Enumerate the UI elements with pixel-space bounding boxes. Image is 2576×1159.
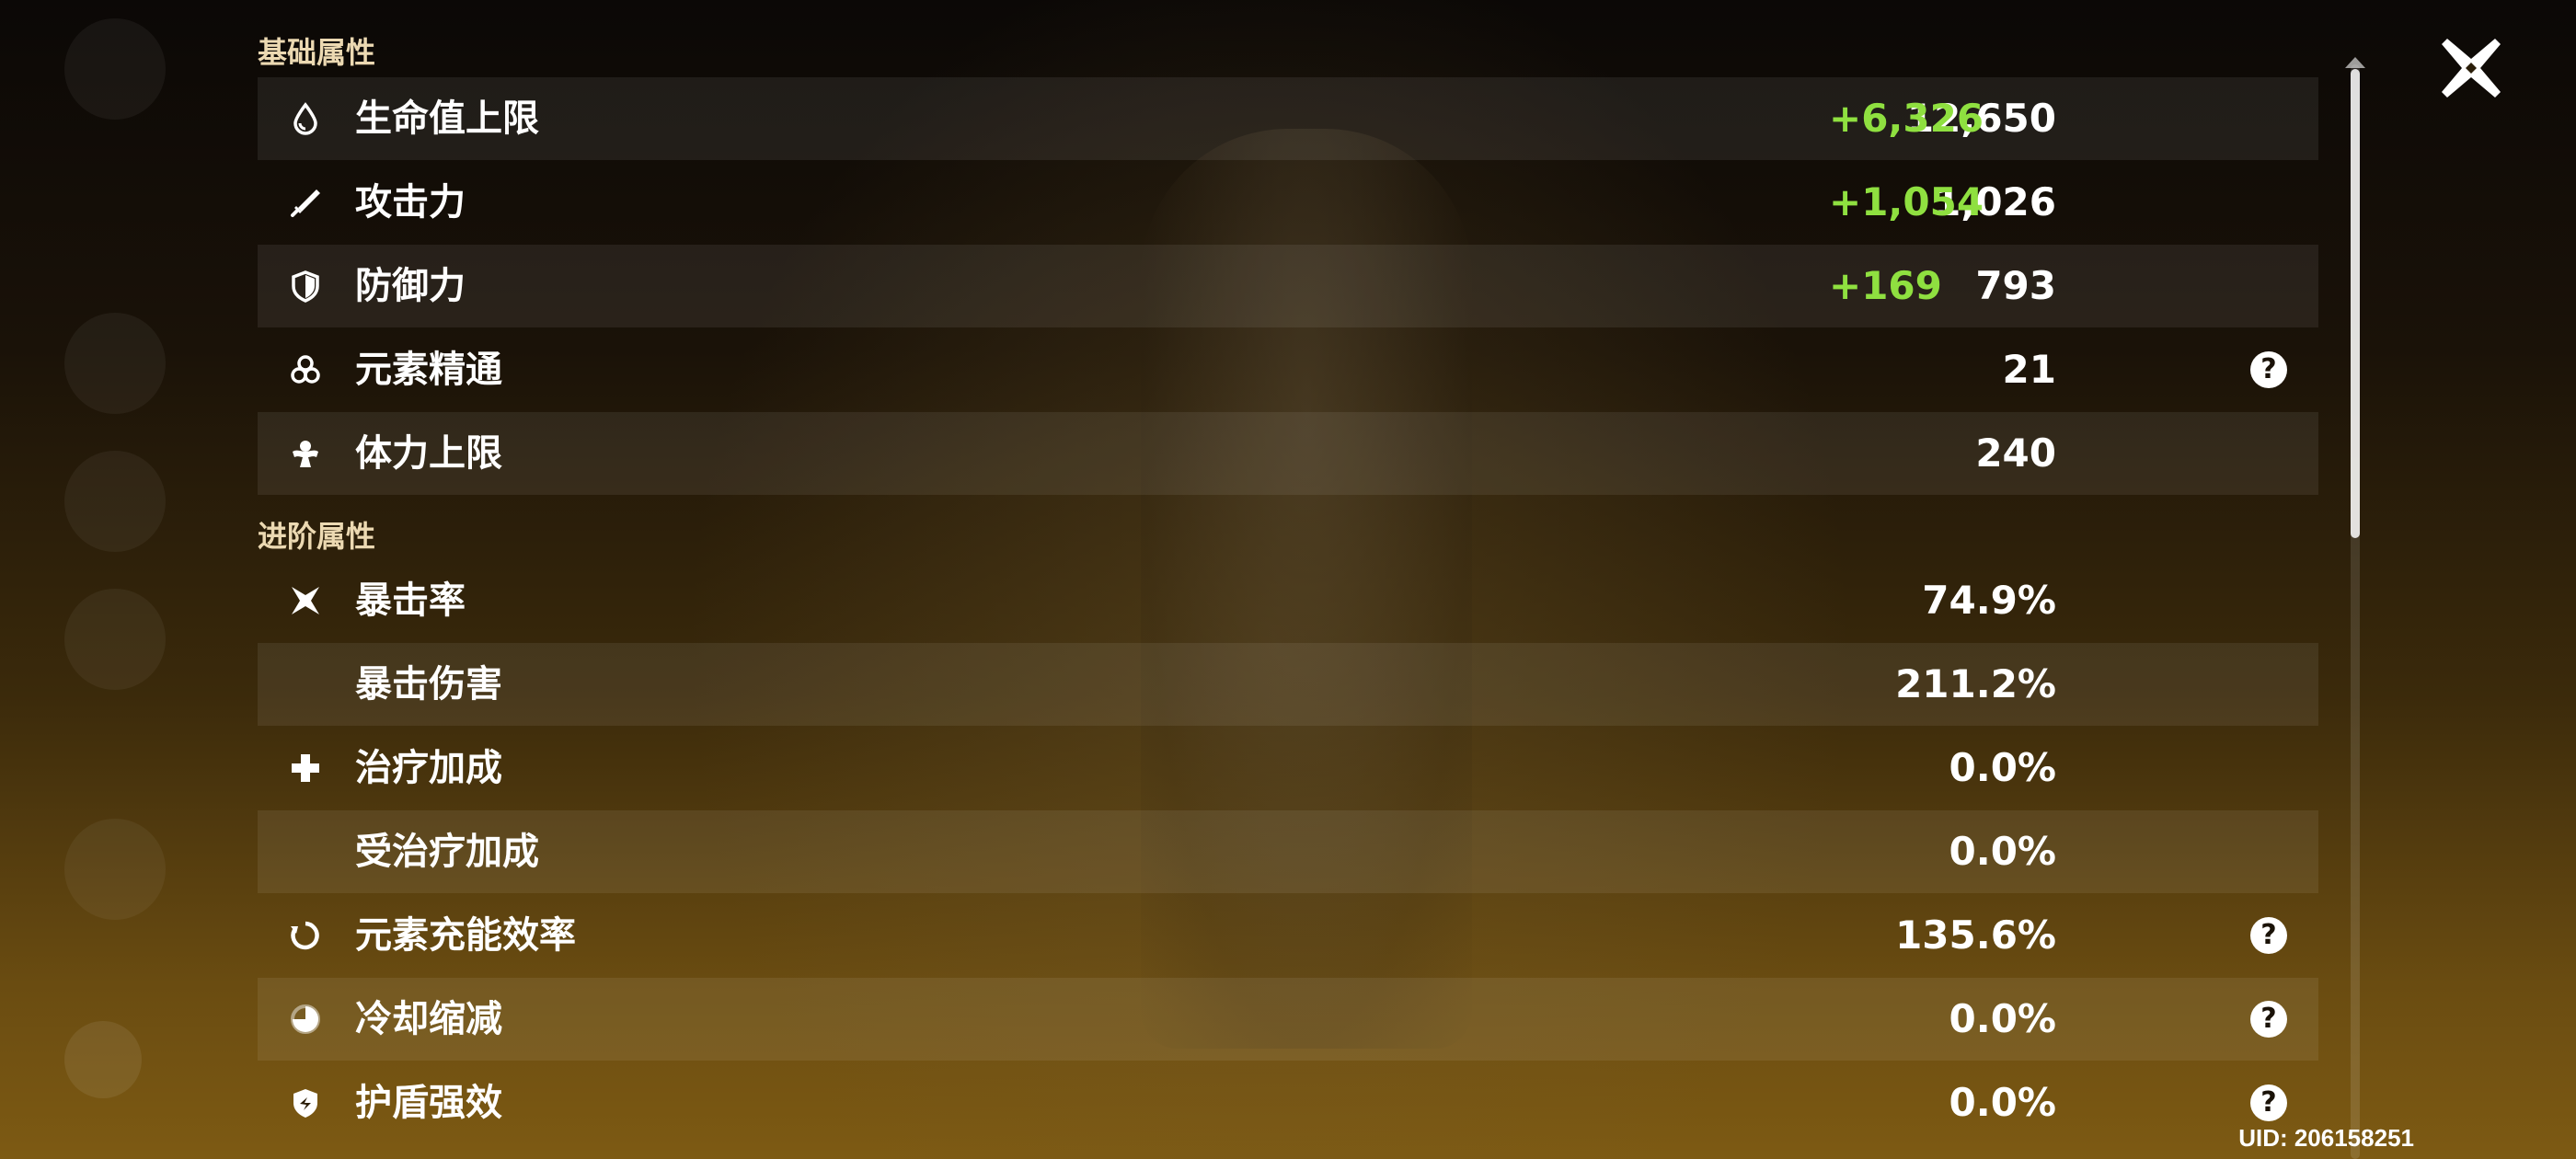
help-button[interactable]: ? bbox=[2250, 351, 2287, 388]
healing-cross-icon bbox=[289, 752, 322, 785]
stat-value: 0.0% bbox=[1949, 829, 2056, 874]
stat-label: 体力上限 bbox=[355, 432, 502, 475]
scrollbar-thumb[interactable] bbox=[2351, 69, 2360, 538]
stat-value: 240 bbox=[1975, 430, 2056, 476]
stat-row-energy-recharge: 元素充能效率 135.6% ? bbox=[258, 894, 2318, 977]
stat-value: 135.6% bbox=[1895, 912, 2056, 958]
bg-sidebar-icon bbox=[64, 589, 166, 690]
stat-label: 暴击伤害 bbox=[355, 663, 502, 706]
stat-value: 211.2% bbox=[1895, 661, 2056, 706]
stat-bonus: +169 bbox=[1829, 263, 1942, 308]
cooldown-icon bbox=[289, 1003, 322, 1036]
stat-bonus: +1,054 bbox=[1829, 179, 1984, 224]
bg-grid-menu-button bbox=[64, 1021, 142, 1098]
stat-row-stamina: 体力上限 240 bbox=[258, 412, 2318, 495]
crit-rate-icon bbox=[289, 584, 322, 617]
stat-row-attack: 攻击力 1,026 +1,054 bbox=[258, 161, 2318, 244]
stat-label: 元素充能效率 bbox=[355, 914, 576, 957]
stat-label: 受治疗加成 bbox=[355, 831, 539, 873]
stat-value: 21 bbox=[2002, 347, 2056, 392]
defense-shield-icon bbox=[289, 270, 322, 303]
stat-row-incoming-healing: 受治疗加成 0.0% bbox=[258, 810, 2318, 893]
stat-row-crit-damage: 暴击伤害 211.2% bbox=[258, 643, 2318, 726]
hp-drop-icon bbox=[289, 102, 322, 135]
stat-value: 0.0% bbox=[1949, 745, 2056, 790]
section-header-advanced: 进阶属性 bbox=[258, 519, 376, 554]
help-button[interactable]: ? bbox=[2250, 1084, 2287, 1121]
stat-bonus: +6,326 bbox=[1829, 96, 1984, 141]
stat-row-defense: 防御力 793 +169 bbox=[258, 245, 2318, 327]
shield-strength-icon bbox=[289, 1086, 322, 1119]
stat-row-healing-bonus: 治疗加成 0.0% bbox=[258, 727, 2318, 809]
attack-sword-icon bbox=[289, 186, 322, 219]
close-icon bbox=[2442, 39, 2501, 98]
stat-row-crit-rate: 暴击率 74.9% bbox=[258, 559, 2318, 642]
stat-label: 防御力 bbox=[355, 265, 466, 307]
stat-value: 0.0% bbox=[1949, 1080, 2056, 1125]
stat-row-hp: 生命值上限 12,650 +6,326 bbox=[258, 77, 2318, 160]
elemental-mastery-icon bbox=[289, 353, 322, 386]
section-header-basic: 基础属性 bbox=[258, 35, 376, 70]
stamina-icon bbox=[289, 437, 322, 470]
stat-label: 攻击力 bbox=[355, 181, 466, 224]
stat-label: 冷却缩减 bbox=[355, 998, 502, 1040]
help-button[interactable]: ? bbox=[2250, 1001, 2287, 1038]
stat-row-elemental-mastery: 元素精通 21 ? bbox=[258, 328, 2318, 411]
stat-value: 0.0% bbox=[1949, 996, 2056, 1041]
stat-label: 治疗加成 bbox=[355, 747, 502, 789]
bg-sidebar-icon bbox=[64, 819, 166, 920]
bg-sidebar-icon bbox=[64, 451, 166, 552]
energy-recharge-icon bbox=[289, 919, 322, 952]
bg-sidebar-icon bbox=[64, 313, 166, 414]
bg-sidebar-icon bbox=[64, 18, 166, 120]
stat-row-shield-strength: 护盾强效 0.0% ? bbox=[258, 1061, 2318, 1144]
close-button[interactable] bbox=[2438, 35, 2504, 101]
uid-label: UID: 206158251 bbox=[2238, 1124, 2414, 1152]
stat-label: 生命值上限 bbox=[355, 98, 539, 140]
stat-label: 暴击率 bbox=[355, 580, 466, 622]
stat-row-cooldown-reduction: 冷却缩减 0.0% ? bbox=[258, 978, 2318, 1061]
stat-label: 护盾强效 bbox=[355, 1082, 502, 1124]
stat-label: 元素精通 bbox=[355, 349, 502, 391]
stat-value: 74.9% bbox=[1922, 578, 2056, 623]
help-button[interactable]: ? bbox=[2250, 917, 2287, 954]
